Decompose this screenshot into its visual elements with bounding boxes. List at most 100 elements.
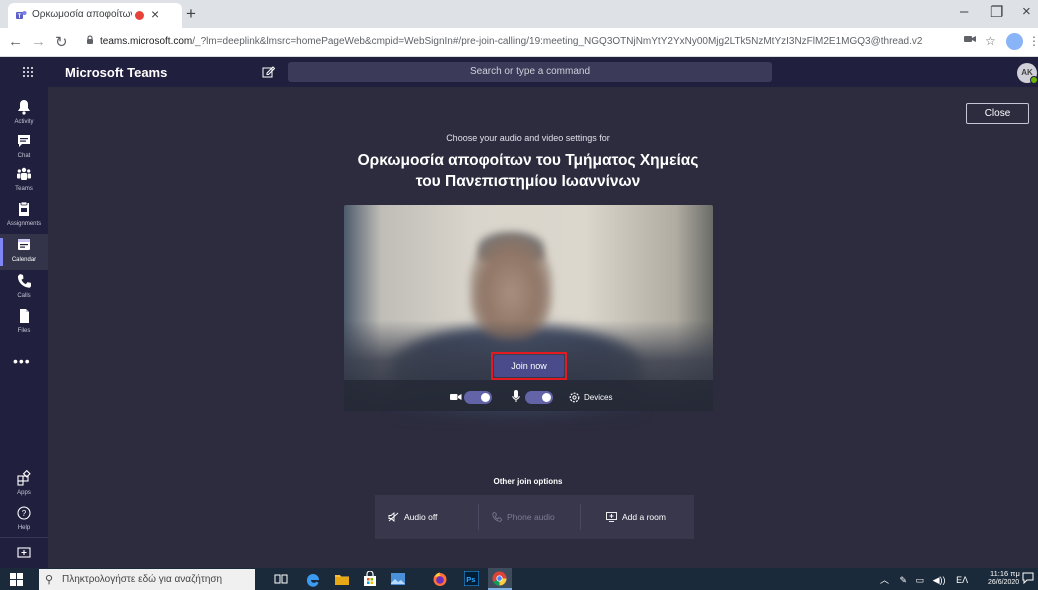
chat-icon xyxy=(17,133,31,149)
edge-browser-icon[interactable] xyxy=(305,571,321,587)
command-search-input[interactable]: Search or type a command xyxy=(288,62,772,82)
rail-label: Help xyxy=(17,525,31,531)
camera-in-use-icon[interactable] xyxy=(964,34,976,44)
windows-start-icon[interactable] xyxy=(10,573,23,586)
speaker-off-icon xyxy=(388,512,399,522)
windows-taskbar: ⚲ Πληκτρολογήστε εδώ για αναζήτηση Ps ︿ … xyxy=(0,568,1038,590)
option-divider xyxy=(580,504,581,530)
cast-icon xyxy=(606,512,617,522)
forward-arrow-icon[interactable]: → xyxy=(31,33,46,50)
svg-text:Ps: Ps xyxy=(466,575,475,584)
clock-date[interactable]: 26/6/2020 xyxy=(988,579,1019,586)
rail-item-activity[interactable]: Activity xyxy=(0,96,48,132)
devices-button[interactable]: Devices xyxy=(584,393,612,402)
microphone-toggle[interactable] xyxy=(525,391,553,404)
new-chat-compose-icon[interactable] xyxy=(262,65,275,78)
add-a-room-label: Add a room xyxy=(622,512,666,522)
taskbar-search-input[interactable]: ⚲ Πληκτρολογήστε εδώ για αναζήτηση xyxy=(39,569,255,590)
rail-label: Files xyxy=(17,328,31,334)
rail-label: Calls xyxy=(17,293,31,299)
camera-icon xyxy=(450,392,462,402)
audio-off-option[interactable]: Audio off xyxy=(388,512,437,522)
task-view-icon[interactable] xyxy=(274,572,288,586)
option-divider xyxy=(478,504,479,530)
meeting-title: Ορκωμοσία αποφοίτων του Τμήματος Χημείας… xyxy=(300,150,756,192)
window-maximize-button[interactable]: ❐ xyxy=(990,3,1003,21)
teams-icon xyxy=(17,166,31,182)
app-rail: Activity Chat Teams Assignments Calendar… xyxy=(0,87,48,568)
help-icon: ? xyxy=(17,505,31,521)
tab-close-button[interactable]: × xyxy=(151,6,159,22)
recording-indicator-icon xyxy=(135,11,144,20)
store-icon[interactable] xyxy=(362,571,378,587)
assignments-icon xyxy=(17,201,31,217)
calendar-icon xyxy=(17,237,31,253)
browser-tab[interactable]: T Ορκωμοσία αποφοίτων του × xyxy=(8,3,182,28)
app-title: Microsoft Teams xyxy=(65,65,168,80)
rail-label: Apps xyxy=(17,490,31,496)
search-icon: ⚲ xyxy=(45,574,54,586)
pen-icon[interactable]: ✎ xyxy=(900,575,908,585)
search-placeholder: Search or type a command xyxy=(469,66,591,77)
reload-icon[interactable]: ↻ xyxy=(55,33,68,51)
meeting-title-line1: Ορκωμοσία αποφοίτων του Τμήματος Χημείας xyxy=(357,152,699,169)
rail-item-teams[interactable]: Teams xyxy=(0,163,48,199)
bookmark-star-icon[interactable]: ☆ xyxy=(985,34,996,48)
teams-header: Microsoft Teams Search or type a command xyxy=(0,57,1038,87)
browser-menu-icon[interactable]: ⋮ xyxy=(1028,34,1038,48)
app-launcher-icon[interactable] xyxy=(22,66,34,78)
battery-icon[interactable]: ▭ xyxy=(916,575,925,585)
rail-item-calls[interactable]: Calls xyxy=(0,270,48,306)
address-bar[interactable]: teams.microsoft.com/_?lm=deeplink&lmsrc=… xyxy=(78,31,960,53)
rail-label: Teams xyxy=(15,186,33,192)
gear-icon[interactable] xyxy=(569,392,580,403)
browser-profile-avatar[interactable] xyxy=(1006,33,1023,50)
phone-audio-option[interactable]: Phone audio xyxy=(492,512,555,522)
rail-item-files[interactable]: Files xyxy=(0,305,48,341)
back-arrow-icon[interactable]: ← xyxy=(8,33,23,50)
rail-label: Calendar xyxy=(11,257,37,263)
url-path: /_?lm=deeplink&lmsrc=homePageWeb&cmpid=W… xyxy=(192,36,923,47)
chrome-taskbar-icon[interactable] xyxy=(488,568,512,590)
notifications-icon[interactable] xyxy=(1022,572,1034,584)
files-icon xyxy=(17,308,31,324)
rail-item-assignments[interactable]: Assignments xyxy=(0,198,48,234)
rail-item-calendar[interactable]: Calendar xyxy=(0,234,48,270)
url-host: teams.microsoft.com xyxy=(100,36,193,47)
teams-favicon-icon: T xyxy=(16,10,27,21)
clock-time[interactable]: 11:16 πμ xyxy=(990,569,1020,578)
tray-chevron-up-icon[interactable]: ︿ xyxy=(880,575,889,585)
presence-status-icon xyxy=(1030,76,1038,84)
photos-app-icon[interactable] xyxy=(390,571,406,587)
system-tray: ︿ ✎ ▭ ◀)) ΕΛ xyxy=(880,573,968,586)
file-explorer-icon[interactable] xyxy=(334,571,350,587)
phone-audio-label: Phone audio xyxy=(507,512,555,522)
firefox-icon[interactable] xyxy=(432,571,448,587)
settings-prompt: Choose your audio and video settings for xyxy=(446,133,610,143)
camera-toggle[interactable] xyxy=(464,391,492,404)
rail-item-feedback[interactable] xyxy=(0,537,48,567)
apps-icon xyxy=(17,470,31,486)
rail-label: Chat xyxy=(17,153,31,159)
rail-item-chat[interactable]: Chat xyxy=(0,130,48,166)
feedback-icon xyxy=(17,546,31,560)
photoshop-icon[interactable]: Ps xyxy=(464,571,479,586)
phone-icon xyxy=(17,273,31,289)
phone-icon xyxy=(492,512,502,522)
join-now-button[interactable]: Join now xyxy=(494,355,564,377)
window-close-button[interactable]: × xyxy=(1022,3,1031,20)
window-minimize-button[interactable]: – xyxy=(960,3,968,20)
rail-item-help[interactable]: ? Help xyxy=(0,502,48,538)
svg-text:T: T xyxy=(18,14,22,20)
new-tab-button[interactable]: + xyxy=(186,4,196,24)
more-apps-icon[interactable]: ••• xyxy=(13,353,31,369)
add-a-room-option[interactable]: Add a room xyxy=(606,512,666,522)
rail-item-apps[interactable]: Apps xyxy=(0,467,48,503)
close-button[interactable]: Close xyxy=(966,103,1029,124)
audio-off-label: Audio off xyxy=(404,512,438,522)
rail-label: Assignments xyxy=(6,221,42,227)
volume-icon[interactable]: ◀)) xyxy=(933,575,946,585)
other-join-options-title: Other join options xyxy=(493,477,563,486)
tab-title: Ορκωμοσία αποφοίτων του xyxy=(32,9,132,20)
input-language-indicator[interactable]: ΕΛ xyxy=(956,575,968,585)
